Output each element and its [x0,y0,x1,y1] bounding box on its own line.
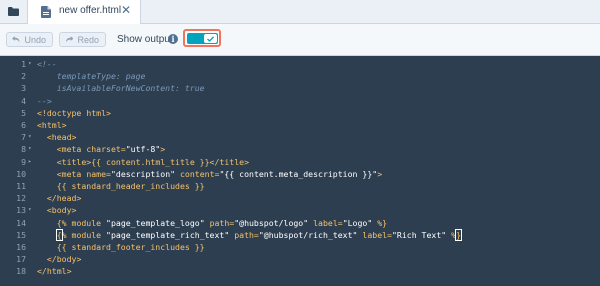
close-icon[interactable]: ✕ [121,3,131,17]
show-output-label: Show output [117,34,173,45]
toggle-knob[interactable] [204,34,217,43]
line-number: 18 [16,266,26,277]
code-line[interactable]: 5 <!doctype html> [0,107,600,119]
code-text: {% module "page_template_logo" path="@hu… [56,217,388,228]
line-number: 13 [16,205,26,216]
code-line[interactable]: 15 {% module "page_template_rich_text" p… [0,228,600,241]
code-line[interactable]: 10 <meta name="description" content="{{ … [0,168,600,180]
line-number: 15 [16,229,26,240]
redo-icon [65,36,74,43]
line-number: 17 [16,254,26,265]
code-line[interactable]: 7 ▾ <head> [0,131,600,143]
redo-button[interactable]: Redo [59,32,106,47]
line-number: 16 [16,242,26,252]
line-number: 9 [21,156,26,167]
code-text: {{ standard_header_includes }} [56,181,205,191]
code-line[interactable]: 12 </head> [0,192,600,204]
code-text: <title>{{ content.html_title }}</title> [56,156,249,167]
undo-button[interactable]: Undo [6,32,53,47]
code-line[interactable]: 18 </html> [0,265,600,277]
code-line[interactable]: 2 templateType: page [0,70,600,82]
folder-icon[interactable] [0,0,26,23]
code-line[interactable]: 13 ▾ <body> [0,204,600,216]
code-text: templateType: page [37,71,146,82]
code-line[interactable]: 9 ▸ <title>{{ content.html_title }}</titl… [0,156,600,168]
show-output-toggle[interactable] [187,33,218,44]
code-text: --> [37,95,52,106]
code-line[interactable]: 6 <html> [0,119,600,131]
line-number: 6 [21,120,26,130]
fold-down-icon[interactable]: ▾ [28,204,32,216]
line-number: 14 [16,217,26,228]
file-icon [41,5,51,23]
code-editor[interactable]: 1 ▾ <!-- 2 templateType: page 3 isAvailableF… [0,56,600,286]
check-icon [207,35,214,42]
code-text: <!-- [37,59,57,69]
code-text: <!doctype html> [37,107,111,118]
code-line[interactable]: 4 --> [0,95,600,107]
line-number: 10 [16,168,26,179]
code-line[interactable]: 8 ▾ <meta charset="utf-8"> [0,143,600,155]
fold-down-icon[interactable]: ▾ [28,143,32,155]
code-text: isAvailableForNewContent: true [37,83,205,94]
line-number: 12 [16,193,26,204]
line-number: 5 [21,107,26,118]
code-text: </body> [46,254,82,265]
redo-label: Redo [77,34,99,45]
tab-bar: new offer.html ✕ [0,0,600,24]
line-number: 4 [21,95,26,106]
line-number: 7 [21,132,26,143]
line-number: 1 [21,59,26,69]
code-text: <meta charset="utf-8"> [56,144,166,155]
info-icon[interactable]: i [168,34,178,44]
code-text: </html> [37,266,72,277]
line-number: 2 [21,71,26,82]
line-number: 8 [21,144,26,155]
code-text: <body> [46,205,77,216]
tab-title: new offer.html [59,5,122,16]
code-line[interactable]: 1 ▾ <!-- [0,58,600,70]
fold-down-icon[interactable]: ▾ [28,58,32,70]
code-line[interactable]: 17 </body> [0,253,600,265]
code-text: <html> [37,120,67,130]
fold-right-icon[interactable]: ▸ [28,156,32,168]
tab-new-offer[interactable]: new offer.html ✕ [27,0,141,24]
code-text: {{ standard_footer_includes }} [56,242,205,252]
show-output-toggle-highlight [183,29,221,47]
fold-down-icon[interactable]: ▾ [28,131,32,143]
code-text: <meta name="description" content="{{ con… [56,168,383,179]
code-line[interactable]: 14 {% module "page_template_logo" path="… [0,217,600,229]
code-text: <head> [46,132,77,143]
line-number: 3 [21,83,26,94]
code-line[interactable]: 16 {{ standard_footer_includes }} [0,241,600,253]
toolbar: Undo Redo Show output i [0,24,600,56]
code-text: </head> [46,193,82,204]
code-text: {% module "page_template_rich_text" path… [55,228,463,241]
code-line[interactable]: 3 isAvailableForNewContent: true [0,82,600,94]
line-number: 11 [16,181,26,191]
undo-icon [12,36,20,43]
code-line[interactable]: 11 {{ standard_header_includes }} [0,180,600,192]
undo-label: Undo [24,34,46,45]
